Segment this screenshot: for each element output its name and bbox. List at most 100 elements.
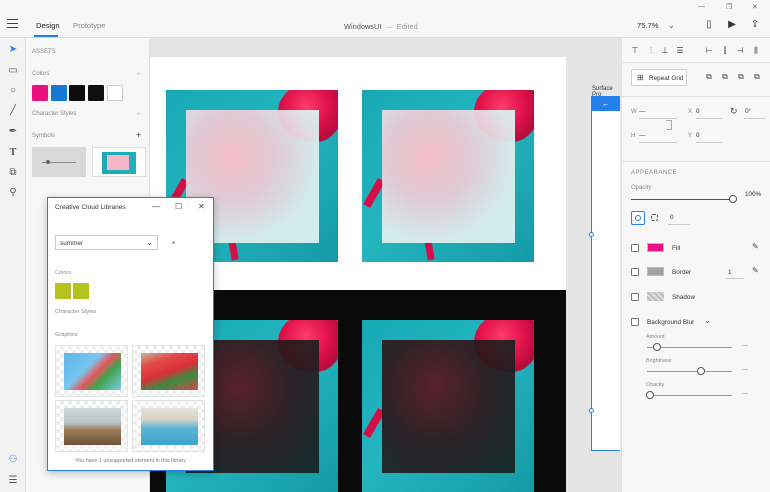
add-character-style-icon[interactable]: + [136,109,141,118]
line-tool-icon[interactable]: ╱ [6,104,20,118]
minimize-icon[interactable]: — [152,202,160,211]
boolean-exclude-icon[interactable]: ⧉ [754,72,764,82]
close-icon[interactable]: ✕ [752,3,758,11]
y-label: Y [688,133,693,139]
repeat-grid-button[interactable]: ⊞ Repeat Grid [631,69,687,86]
add-color-icon[interactable]: + [136,69,141,78]
align-bottom-icon[interactable]: ⊥ [660,46,670,56]
x-label: X [688,109,693,115]
shadow-swatch[interactable] [647,292,664,301]
color-swatch[interactable] [32,85,48,101]
fill-label: Fill [672,245,681,252]
rectangle-tool-icon[interactable]: ▭ [6,64,20,78]
photo-card-light[interactable] [362,90,534,262]
tab-prototype[interactable]: Prototype [73,21,106,30]
per-corner-button[interactable] [648,211,662,225]
blur-opacity-slider-thumb[interactable] [646,391,654,399]
color-swatch[interactable] [51,85,67,101]
corner-radius-field[interactable]: 0 [670,214,674,221]
shadow-label: Shadow [672,294,696,301]
resize-handle[interactable] [589,408,594,413]
opacity-slider-thumb[interactable] [729,195,737,203]
zoom-level[interactable]: 75.7% [637,21,659,30]
amount-value[interactable]: — [742,343,748,349]
share-icon[interactable]: ⇪ [749,19,761,31]
border-checkbox[interactable] [631,268,639,276]
photo-card-dark[interactable] [362,320,534,492]
lock-aspect-icon[interactable] [666,120,672,130]
assets-icon[interactable]: ⚇ [6,453,20,467]
add-symbol-icon[interactable]: + [136,130,141,140]
rotate-icon: ↻ [730,106,738,116]
fill-color-swatch[interactable] [647,243,664,252]
brightness-slider-thumb[interactable] [697,367,705,375]
view-options-icon[interactable]: ◔ [170,238,175,248]
color-swatch[interactable] [69,85,85,101]
height-field[interactable]: — [639,132,645,139]
graphic-thumbnail[interactable] [55,345,128,397]
distribute-horizontal-icon[interactable]: ⫼ [751,46,761,56]
symbol-thumbnail[interactable] [32,147,86,177]
maximize-icon[interactable]: ☐ [175,202,182,211]
library-dropdown[interactable]: summer ⌄ [55,235,158,250]
text-tool-icon[interactable]: T [6,146,20,160]
play-icon[interactable]: ▶ [726,19,738,31]
graphic-thumbnail[interactable] [55,400,128,452]
library-color-swatch[interactable] [55,283,71,299]
minimize-icon[interactable]: — [698,3,705,10]
select-tool-icon[interactable]: ➤ [6,43,20,57]
creative-cloud-libraries-window[interactable]: Creative Cloud Libraries — ☐ ✕ summer ⌄ … [47,197,214,471]
graphic-thumbnail[interactable] [132,400,205,452]
boolean-intersect-icon[interactable]: ⧉ [738,72,748,82]
surface-artboard[interactable]: ← [591,96,620,451]
align-top-icon[interactable]: ⊤ [630,46,640,56]
restore-icon[interactable]: ❐ [726,3,732,11]
uniform-corners-button[interactable] [631,211,645,225]
color-swatch[interactable] [88,85,104,101]
close-icon[interactable]: ✕ [198,202,205,211]
rotation-field[interactable]: 0° [745,108,751,115]
shadow-checkbox[interactable] [631,293,639,301]
border-color-swatch[interactable] [647,267,664,276]
opacity-slider[interactable] [631,199,735,200]
brightness-slider[interactable] [647,371,732,372]
y-field[interactable]: 0 [696,132,700,139]
design-canvas[interactable]: Surface Pro ← [150,38,620,492]
library-color-swatch[interactable] [73,283,89,299]
resize-handle[interactable] [589,232,594,237]
ellipse-tool-icon[interactable]: ○ [6,84,20,98]
chevron-down-icon[interactable]: ⌄ [668,21,675,30]
amount-slider-thumb[interactable] [653,343,661,351]
border-width-field[interactable]: 1 [728,269,732,276]
eyedropper-icon[interactable]: ✎ [752,242,759,251]
blur-opacity-slider[interactable] [647,395,732,396]
chevron-down-icon[interactable]: ⌄ [704,316,711,325]
x-field[interactable]: 0 [696,108,700,115]
back-arrow-icon[interactable]: ← [592,97,620,111]
height-label: H [631,133,636,139]
symbol-thumbnail[interactable] [92,147,146,177]
artboard-tool-icon[interactable]: ⧉ [6,166,20,180]
align-middle-icon[interactable]: ⫶ [646,46,656,56]
graphic-thumbnail[interactable] [132,345,205,397]
boolean-add-icon[interactable]: ⧉ [706,72,716,82]
opacity-value[interactable]: 100% [745,191,761,198]
zoom-tool-icon[interactable]: ⚲ [6,186,20,200]
boolean-subtract-icon[interactable]: ⧉ [722,72,732,82]
device-preview-icon[interactable]: ▯ [703,19,715,31]
align-left-icon[interactable]: ⊢ [704,46,714,56]
width-field[interactable]: — [639,108,645,115]
blur-opacity-value[interactable]: — [742,391,748,397]
pen-tool-icon[interactable]: ✒ [6,125,20,139]
hamburger-menu-icon[interactable] [7,19,18,28]
align-center-icon[interactable]: ⫿ [720,46,730,56]
tab-design[interactable]: Design [36,21,60,30]
fill-checkbox[interactable] [631,244,639,252]
distribute-vertical-icon[interactable]: ☰ [675,46,685,56]
align-right-icon[interactable]: ⊣ [735,46,745,56]
background-blur-checkbox[interactable] [631,318,639,326]
eyedropper-icon[interactable]: ✎ [752,266,759,275]
layers-icon[interactable]: ☰ [6,474,20,488]
color-swatch[interactable] [107,85,123,101]
brightness-value[interactable]: — [742,367,748,373]
